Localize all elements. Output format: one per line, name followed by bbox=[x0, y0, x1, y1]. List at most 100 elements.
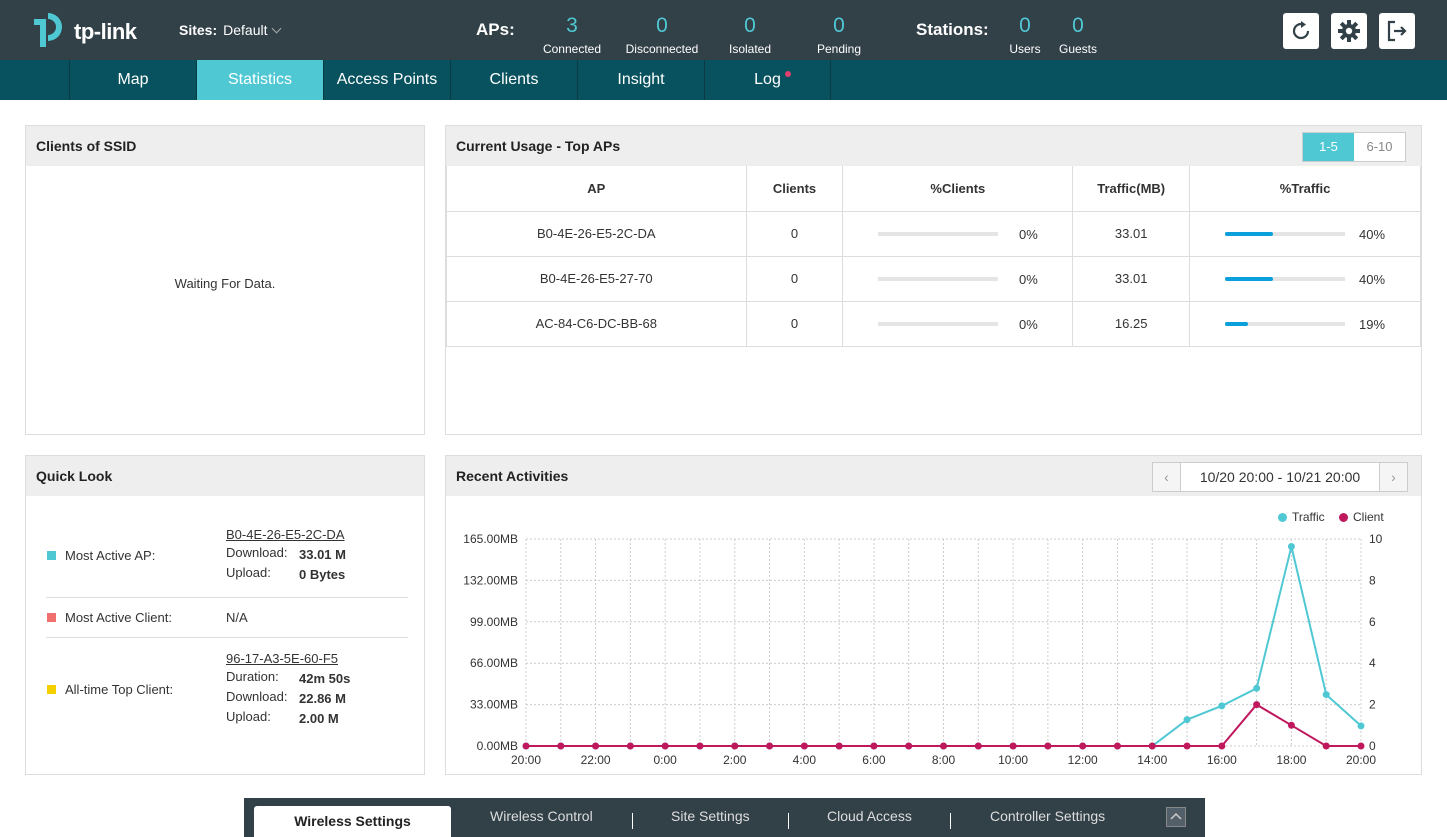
page-6-10-button[interactable]: 6-10 bbox=[1354, 133, 1405, 161]
aps-disconnected[interactable]: 0 Disconnected bbox=[617, 14, 707, 56]
data-point-client bbox=[800, 742, 808, 750]
x-tick-label: 14:00 bbox=[1137, 753, 1167, 767]
top-client-link[interactable]: 96-17-A3-5E-60-F5 bbox=[226, 651, 338, 666]
page-1-5-button[interactable]: 1-5 bbox=[1303, 133, 1354, 161]
chevron-left-icon[interactable]: ‹ bbox=[1153, 463, 1180, 491]
logo-text: tp-link bbox=[74, 19, 137, 44]
pct-traffic-bar bbox=[1225, 232, 1346, 237]
refresh-icon bbox=[1292, 21, 1310, 40]
sites-value: Default bbox=[223, 22, 268, 38]
y-right-tick-label: 8 bbox=[1369, 573, 1376, 587]
logout-button[interactable] bbox=[1379, 13, 1415, 49]
pct-clients-value: 0% bbox=[1019, 271, 1038, 287]
tab-wireless-settings[interactable]: Wireless Settings bbox=[254, 806, 451, 837]
tab-clients[interactable]: Clients bbox=[450, 60, 577, 100]
col-ap[interactable]: AP bbox=[446, 166, 747, 212]
pct-traffic-cell: 40% bbox=[1189, 255, 1421, 302]
pct-clients-bar bbox=[877, 277, 998, 282]
settings-button[interactable] bbox=[1331, 13, 1367, 49]
tab-cloud-access[interactable]: Cloud Access bbox=[827, 808, 912, 824]
tab-statistics[interactable]: Statistics bbox=[196, 60, 323, 100]
aps-disconnected-label: Disconnected bbox=[625, 42, 699, 56]
data-point-traffic bbox=[1253, 684, 1261, 692]
collapse-icon[interactable] bbox=[1166, 807, 1186, 827]
ap-mac[interactable]: B0-4E-26-E5-27-70 bbox=[446, 255, 747, 302]
data-point-client bbox=[1079, 742, 1087, 750]
chevron-right-icon[interactable]: › bbox=[1380, 463, 1407, 491]
data-point-client bbox=[626, 742, 634, 750]
pct-traffic-value: 19% bbox=[1359, 316, 1386, 332]
col-traffic[interactable]: Traffic(MB) bbox=[1072, 166, 1191, 212]
tab-site-settings[interactable]: Site Settings bbox=[671, 808, 750, 824]
pct-clients-cell: 0% bbox=[842, 300, 1074, 347]
tab-access-points[interactable]: Access Points bbox=[323, 60, 450, 100]
y-right-tick-label: 10 bbox=[1369, 532, 1383, 546]
most-active-ap-link[interactable]: B0-4E-26-E5-2C-DA bbox=[226, 527, 345, 542]
tp-link-logo[interactable]: tp-link bbox=[30, 11, 150, 51]
tab-log[interactable]: Log bbox=[704, 60, 831, 100]
tab-log-label: Log bbox=[754, 71, 781, 88]
most-active-ap-swatch bbox=[47, 551, 56, 560]
site-selector[interactable]: Sites: Default bbox=[179, 22, 282, 38]
data-point-client bbox=[1357, 742, 1365, 750]
x-tick-label: 4:00 bbox=[793, 753, 817, 767]
table-row[interactable]: B0-4E-26-E5-27-70 0 0% 33.01 40% bbox=[446, 255, 1421, 302]
pct-traffic-value: 40% bbox=[1359, 226, 1386, 242]
top-aps-panel: Current Usage - Top APs 1-5 6-10 AP Clie… bbox=[445, 125, 1422, 435]
tab-wireless-control[interactable]: Wireless Control bbox=[490, 808, 593, 824]
activity-chart: 165.00MB 10 132.00MB 8 99.00MB 6 66.00MB 4 33.00… bbox=[463, 532, 1383, 767]
data-point-client bbox=[940, 742, 947, 750]
y-right-tick-label: 2 bbox=[1369, 698, 1376, 712]
ap-mac[interactable]: B0-4E-26-E5-2C-DA bbox=[446, 210, 747, 257]
guests-count: 0 bbox=[1072, 14, 1084, 37]
aps-isolated-count: 0 bbox=[744, 14, 756, 37]
stations-guests[interactable]: 0 Guests bbox=[1033, 14, 1123, 56]
date-range-value[interactable]: 10/20 20:00 - 10/21 20:00 bbox=[1180, 463, 1380, 491]
ap-mac[interactable]: AC-84-C6-DC-BB-68 bbox=[446, 300, 747, 347]
data-point-client bbox=[905, 742, 913, 750]
top-client-label: All-time Top Client: bbox=[65, 682, 174, 697]
x-tick-label: 20:00 bbox=[1346, 753, 1376, 767]
aps-pending[interactable]: 0 Pending bbox=[794, 14, 884, 56]
most-active-client-value: N/A bbox=[226, 610, 248, 625]
tab-insight[interactable]: Insight bbox=[577, 60, 704, 100]
data-point-traffic bbox=[1322, 691, 1330, 699]
pct-clients-cell: 0% bbox=[842, 210, 1074, 257]
x-tick-label: 12:00 bbox=[1068, 753, 1098, 767]
pct-traffic-cell: 19% bbox=[1189, 300, 1421, 347]
main-nav: Map Statistics Access Points Clients Ins… bbox=[0, 60, 1447, 100]
recent-activities-panel: Recent Activities ‹ 10/20 20:00 - 10/21 … bbox=[445, 455, 1422, 775]
aps-label: APs: bbox=[476, 20, 515, 39]
y-left-tick-label: 33.00MB bbox=[470, 698, 518, 712]
data-point-client bbox=[1113, 742, 1121, 750]
duration-value: 42m 50s bbox=[299, 671, 351, 686]
aps-connected-count: 3 bbox=[566, 14, 578, 37]
client-upload-value: 2.00 M bbox=[299, 711, 339, 726]
data-point-client bbox=[974, 742, 982, 750]
top-bar: tp-link Sites: Default APs: 3 Connected 0 D… bbox=[0, 0, 1447, 60]
ap-clients: 0 bbox=[745, 255, 844, 302]
data-point-client bbox=[696, 742, 704, 750]
top-aps-table: AP Clients %Clients Traffic(MB) %Traffic… bbox=[446, 166, 1421, 347]
ap-clients: 0 bbox=[745, 300, 844, 347]
col-pct-clients[interactable]: %Clients bbox=[842, 166, 1074, 212]
data-point-client bbox=[1218, 742, 1226, 750]
tab-map[interactable]: Map bbox=[69, 60, 196, 100]
aps-isolated[interactable]: 0 Isolated bbox=[705, 14, 795, 56]
x-tick-label: 16:00 bbox=[1207, 753, 1237, 767]
download-label: Download: bbox=[226, 689, 288, 704]
col-clients[interactable]: Clients bbox=[745, 166, 844, 212]
table-row[interactable]: AC-84-C6-DC-BB-68 0 0% 16.25 19% bbox=[446, 300, 1421, 347]
data-point-client bbox=[661, 742, 669, 750]
aps-connected[interactable]: 3 Connected bbox=[527, 14, 617, 56]
col-pct-traffic[interactable]: %Traffic bbox=[1189, 166, 1421, 212]
data-point-client bbox=[1009, 742, 1017, 750]
table-row[interactable]: B0-4E-26-E5-2C-DA 0 0% 33.01 40% bbox=[446, 210, 1421, 257]
tab-controller-settings[interactable]: Controller Settings bbox=[990, 808, 1105, 824]
gear-icon bbox=[1338, 20, 1360, 42]
divider bbox=[46, 637, 408, 638]
refresh-button[interactable] bbox=[1283, 13, 1319, 49]
y-left-tick-label: 0.00MB bbox=[477, 739, 518, 753]
data-point-client bbox=[1183, 742, 1191, 750]
data-point-client bbox=[1253, 701, 1261, 709]
